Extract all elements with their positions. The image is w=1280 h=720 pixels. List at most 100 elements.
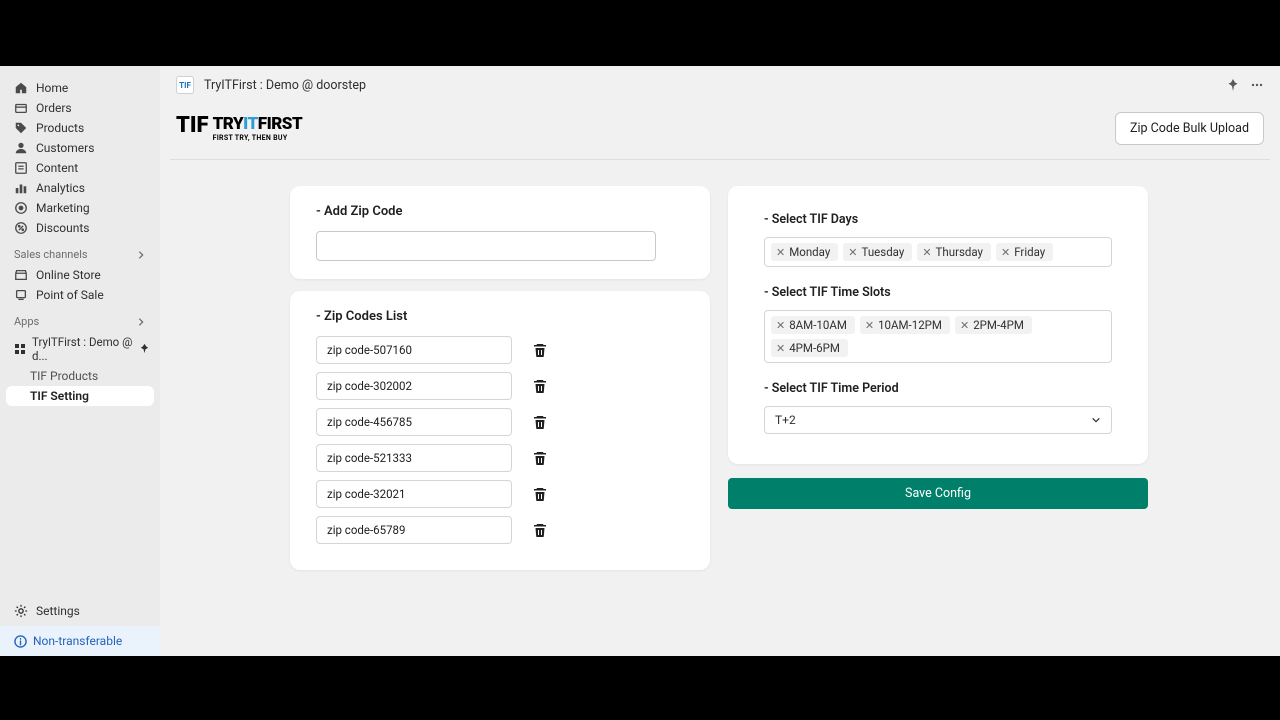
nav-home[interactable]: Home [0, 78, 160, 98]
tif-slots-title: - Select TIF Time Slots [764, 285, 1112, 300]
discount-icon [14, 221, 28, 235]
subnav-tif-products[interactable]: TIF Products [0, 366, 160, 386]
nav-label: Analytics [36, 181, 85, 195]
info-icon [14, 635, 27, 648]
nav-label: Point of Sale [36, 288, 104, 302]
day-chip[interactable]: ✕ Thursday [917, 243, 991, 261]
pos-icon [14, 288, 28, 302]
breadcrumb-title: TryITFirst : Demo @ doorstep [204, 78, 366, 93]
zip-code-box[interactable]: zip code-521333 [316, 444, 512, 472]
chip-label: Thursday [936, 245, 983, 259]
chevron-right-icon [136, 250, 146, 260]
zip-row: zip code-507160 [316, 336, 692, 364]
apps-header[interactable]: Apps [0, 305, 160, 332]
pin-icon[interactable] [139, 343, 150, 355]
chip-remove-icon[interactable]: ✕ [776, 342, 785, 355]
day-chip[interactable]: ✕ Monday [771, 243, 838, 261]
main-content: TIF TryITFirst : Demo @ doorstep TIF TRY… [160, 66, 1280, 656]
slot-chip[interactable]: ✕ 4PM-6PM [771, 339, 848, 357]
zip-row: zip code-32021 [316, 480, 692, 508]
store-icon [14, 268, 28, 282]
slot-chip[interactable]: ✕ 10AM-12PM [860, 316, 950, 334]
nav-content[interactable]: Content [0, 158, 160, 178]
nav-settings[interactable]: Settings [0, 596, 160, 626]
chip-label: 10AM-12PM [878, 318, 942, 332]
person-icon [14, 141, 28, 155]
zip-code-box[interactable]: zip code-32021 [316, 480, 512, 508]
nav-marketing[interactable]: Marketing [0, 198, 160, 218]
zip-row: zip code-65789 [316, 516, 692, 544]
trash-icon[interactable] [532, 522, 548, 538]
chip-remove-icon[interactable]: ✕ [848, 246, 857, 259]
app-icon [14, 343, 26, 355]
zip-code-box[interactable]: zip code-507160 [316, 336, 512, 364]
zip-code-input[interactable] [316, 231, 656, 261]
app-badge-icon: TIF [176, 76, 194, 94]
nav-customers[interactable]: Customers [0, 138, 160, 158]
zip-code-box[interactable]: zip code-456785 [316, 408, 512, 436]
slot-chip[interactable]: ✕ 8AM-10AM [771, 316, 855, 334]
home-icon [14, 81, 28, 95]
chip-remove-icon[interactable]: ✕ [776, 319, 785, 332]
non-transferable-banner: Non-transferable [0, 626, 160, 656]
trash-icon[interactable] [532, 414, 548, 430]
zip-row: zip code-521333 [316, 444, 692, 472]
chip-label: 4PM-6PM [789, 341, 840, 355]
app-pinned-row[interactable]: TryITFirst : Demo @ d... [0, 332, 160, 366]
save-config-button[interactable]: Save Config [728, 478, 1148, 509]
nav-label: Online Store [36, 268, 101, 282]
logo: TIF TRYITFIRST FIRST TRY, THEN BUY [176, 116, 302, 142]
nav-orders[interactable]: Orders [0, 98, 160, 118]
sales-channels-header[interactable]: Sales channels [0, 238, 160, 265]
bulk-upload-button[interactable]: Zip Code Bulk Upload [1115, 112, 1264, 145]
pin-icon[interactable] [1226, 78, 1240, 92]
logo-slogan: FIRST TRY, THEN BUY [213, 134, 303, 142]
zip-code-box[interactable]: zip code-65789 [316, 516, 512, 544]
zip-list-scroll[interactable]: zip code-507160 zip code-302002 zip code-4… [316, 336, 698, 552]
day-chip[interactable]: ✕ Tuesday [843, 243, 912, 261]
slot-chip[interactable]: ✕ 2PM-4PM [955, 316, 1032, 334]
trash-icon[interactable] [532, 486, 548, 502]
chip-remove-icon[interactable]: ✕ [865, 319, 874, 332]
tif-config-card: - Select TIF Days ✕Monday✕Tuesday✕Thursd… [728, 186, 1148, 464]
app-pinned-label: TryITFirst : Demo @ d... [32, 335, 139, 363]
add-zip-card: - Add Zip Code [290, 186, 710, 279]
nav-analytics[interactable]: Analytics [0, 178, 160, 198]
zip-code-box[interactable]: zip code-302002 [316, 372, 512, 400]
zip-row: zip code-302002 [316, 372, 692, 400]
trash-icon[interactable] [532, 342, 548, 358]
logo-try: TRY [213, 114, 244, 134]
chip-remove-icon[interactable]: ✕ [776, 246, 785, 259]
chip-remove-icon[interactable]: ✕ [922, 246, 931, 259]
nav-label: Products [36, 121, 84, 135]
nav-label: Home [36, 81, 68, 95]
banner-label: Non-transferable [33, 634, 122, 648]
chip-label: 2PM-4PM [973, 318, 1024, 332]
chip-label: Monday [789, 245, 830, 259]
nav-label: Settings [36, 604, 80, 618]
nav-products[interactable]: Products [0, 118, 160, 138]
analytics-icon [14, 181, 28, 195]
subnav-tif-setting[interactable]: TIF Setting [6, 386, 154, 406]
nav-pos[interactable]: Point of Sale [0, 285, 160, 305]
tif-days-field[interactable]: ✕ Monday ✕ Tuesday ✕ Thursday ✕Friday [764, 237, 1112, 267]
tif-period-title: - Select TIF Time Period [764, 381, 1112, 396]
nav-discounts[interactable]: Discounts [0, 218, 160, 238]
tif-period-select[interactable]: T+2 [764, 406, 1112, 434]
section-label: Sales channels [14, 248, 88, 261]
chip-remove-icon[interactable]: ✕ [960, 319, 969, 332]
chip-remove-icon[interactable]: ✕ [1001, 246, 1010, 259]
trash-icon[interactable] [532, 378, 548, 394]
gear-icon [14, 604, 28, 618]
more-icon[interactable] [1250, 78, 1264, 92]
nav-online-store[interactable]: Online Store [0, 265, 160, 285]
chip-label: 8AM-10AM [789, 318, 847, 332]
tif-slots-field[interactable]: ✕ 8AM-10AM ✕ 10AM-12PM ✕ 2PM-4PM ✕ 4PM-6PM [764, 310, 1112, 363]
day-chip[interactable]: ✕Friday [996, 243, 1053, 261]
trash-icon[interactable] [532, 450, 548, 466]
nav-label: Orders [36, 101, 72, 115]
chip-label: Tuesday [862, 245, 905, 259]
chevron-right-icon [136, 317, 146, 327]
chevron-down-icon [1091, 415, 1101, 425]
target-icon [14, 201, 28, 215]
